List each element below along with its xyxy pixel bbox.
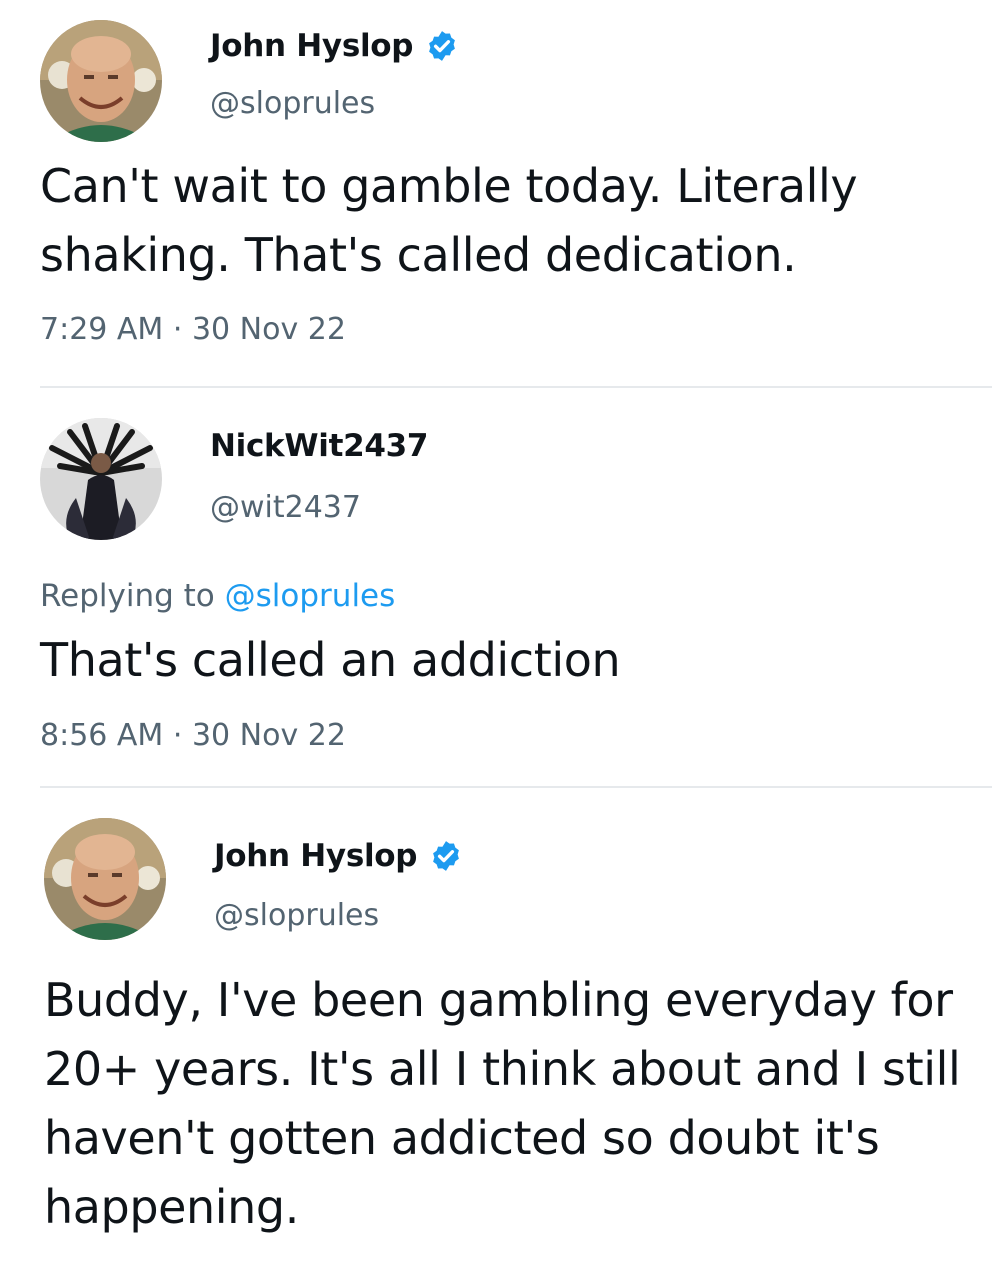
tweet-text: Buddy, I've been gambling everyday for 2… <box>44 973 961 1234</box>
author-handle[interactable]: @wit2437 <box>210 490 361 525</box>
avatar-john-hyslop[interactable] <box>44 818 166 940</box>
tweet-2[interactable]: NickWit2437 @wit2437 Replying to @slopru… <box>0 388 992 784</box>
meta-separator: · <box>172 718 183 753</box>
avatar-image <box>40 20 162 142</box>
author-name[interactable]: John Hyslop <box>210 28 459 64</box>
verified-badge-icon <box>429 31 456 61</box>
tweet-text: That's called an addiction <box>40 633 621 687</box>
avatar-image <box>44 818 166 940</box>
tweet-date[interactable]: 30 Nov 22 <box>192 718 346 753</box>
tweet-1[interactable]: John Hyslop @sloprules Can't wait to gam… <box>0 0 992 385</box>
author-name[interactable]: NickWit2437 <box>210 428 428 464</box>
tweet-timestamp[interactable]: 8:56 AM · 30 Nov 22 <box>40 718 346 753</box>
meta-separator: · <box>172 312 183 347</box>
tweet-date[interactable]: 30 Nov 22 <box>192 312 346 347</box>
author-name-text[interactable]: NickWit2437 <box>210 428 428 464</box>
avatar-nickwit2437[interactable] <box>40 418 162 540</box>
tweet-text: Can't wait to gamble today. Literally sh… <box>40 159 858 282</box>
tweet-timestamp[interactable]: 7:29 AM · 30 Nov 22 <box>40 312 346 347</box>
verified-badge-icon <box>433 841 460 871</box>
author-name-text[interactable]: John Hyslop <box>214 838 417 874</box>
avatar-image <box>40 418 162 540</box>
tweet-3[interactable]: John Hyslop @sloprules Buddy, I've been … <box>0 788 992 1264</box>
author-name[interactable]: John Hyslop <box>214 838 463 874</box>
avatar-john-hyslop[interactable] <box>40 20 162 142</box>
replying-to-label: Replying to <box>40 578 215 614</box>
author-handle[interactable]: @sloprules <box>210 86 375 121</box>
author-handle[interactable]: @sloprules <box>214 898 379 933</box>
tweet-time[interactable]: 7:29 AM <box>40 312 163 347</box>
replying-to-mention[interactable]: @sloprules <box>225 578 396 614</box>
author-name-text[interactable]: John Hyslop <box>210 28 413 64</box>
tweet-time[interactable]: 8:56 AM <box>40 718 163 753</box>
replying-to: Replying to @sloprules <box>40 578 395 614</box>
